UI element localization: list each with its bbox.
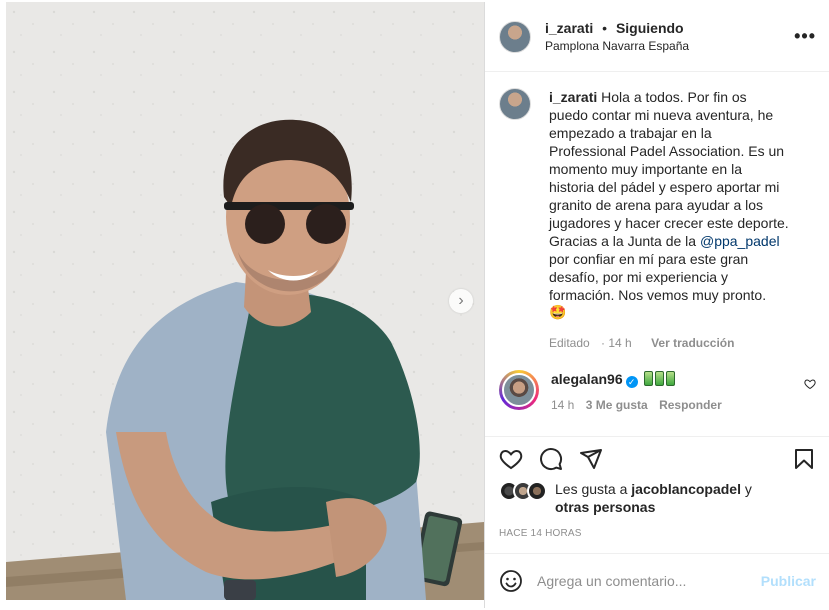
likes-prefix: Les gusta a — [555, 481, 628, 497]
post-dialog: › i_zarati • Siguiendo Pamplona Navarra … — [6, 2, 829, 608]
commenter-avatar[interactable] — [499, 370, 539, 410]
comment-meta: 14 h 3 Me gusta Responder — [551, 396, 781, 414]
see-translation-link[interactable]: Ver traducción — [651, 336, 734, 350]
next-photo-button[interactable]: › — [449, 289, 473, 313]
battery-emoji-icon — [643, 371, 653, 386]
share-icon[interactable] — [579, 447, 603, 471]
battery-emoji-icon — [654, 371, 664, 386]
caption-emoji: 🤩 — [549, 305, 567, 321]
post-timestamp[interactable]: HACE 14 HORAS — [485, 516, 829, 539]
author-line: i_zarati • Siguiendo — [545, 20, 794, 36]
post-location[interactable]: Pamplona Navarra España — [545, 39, 794, 53]
comment-input[interactable] — [537, 573, 761, 589]
author-info: i_zarati • Siguiendo Pamplona Navarra Es… — [545, 20, 794, 53]
caption-text-before: Hola a todos. Por fin os puedo contar mi… — [549, 89, 789, 249]
comment-body: alegalan96 ✓ 14 h 3 Me gusta Responder — [551, 370, 781, 414]
caption-author-avatar[interactable] — [499, 88, 531, 120]
likes-others-link[interactable]: otras personas — [555, 499, 655, 515]
likes-text: Les gusta a jacoblancopadel y otras pers… — [555, 480, 752, 516]
add-comment-bar: Publicar — [485, 553, 829, 608]
post-header: i_zarati • Siguiendo Pamplona Navarra Es… — [485, 2, 829, 72]
likes-connector: y — [744, 481, 752, 497]
caption-comment: i_zarati Hola a todos. Por fin os puedo … — [499, 88, 816, 352]
bookmark-icon[interactable] — [792, 447, 816, 471]
caption-text-after: por confiar en mí para este gran desafío… — [549, 251, 767, 303]
likes-summary: Les gusta a jacoblancopadel y otras pers… — [485, 480, 829, 516]
caption-mention-link[interactable]: @ppa_padel — [700, 233, 780, 249]
liker-avatar — [527, 481, 547, 501]
author-username[interactable]: i_zarati — [545, 20, 593, 36]
chevron-right-icon: › — [458, 292, 464, 309]
post-photo[interactable]: › — [6, 2, 484, 600]
caption-time: 14 h — [608, 336, 632, 350]
post-photo-illustration — [6, 2, 484, 600]
comment-icon[interactable] — [539, 447, 563, 471]
liker-avatars[interactable] — [499, 481, 547, 501]
verified-badge-icon: ✓ — [625, 376, 638, 388]
comment-like-heart-icon[interactable] — [804, 378, 816, 393]
comments-section: i_zarati Hola a todos. Por fin os puedo … — [485, 72, 829, 436]
commenter-username[interactable]: alegalan96 — [551, 371, 623, 387]
follow-status-button[interactable]: Siguiendo — [616, 20, 684, 36]
caption-body: i_zarati Hola a todos. Por fin os puedo … — [549, 88, 789, 352]
comment-item: alegalan96 ✓ 14 h 3 Me gusta Responder — [499, 370, 816, 414]
reply-button[interactable]: Responder — [659, 398, 722, 412]
heart-icon[interactable] — [499, 447, 523, 471]
author-avatar[interactable] — [499, 20, 531, 53]
post-sidebar: i_zarati • Siguiendo Pamplona Navarra Es… — [484, 2, 829, 608]
more-horizontal-icon[interactable]: ••• — [794, 26, 816, 47]
edited-text: Editado — [549, 336, 590, 350]
emoji-icon[interactable] — [499, 569, 523, 593]
separator-dot: • — [602, 20, 608, 36]
battery-emoji-icon — [665, 371, 675, 386]
caption-meta: Editado · 14 h Ver traducción — [549, 334, 789, 352]
caption-username[interactable]: i_zarati — [549, 89, 597, 105]
publish-button[interactable]: Publicar — [761, 573, 816, 589]
action-bar — [485, 436, 829, 480]
liker-username[interactable]: jacoblancopadel — [631, 481, 741, 497]
edited-label: Editado · 14 h — [549, 336, 632, 350]
comment-time: 14 h — [551, 398, 575, 412]
comment-likes-link[interactable]: 3 Me gusta — [586, 398, 648, 412]
